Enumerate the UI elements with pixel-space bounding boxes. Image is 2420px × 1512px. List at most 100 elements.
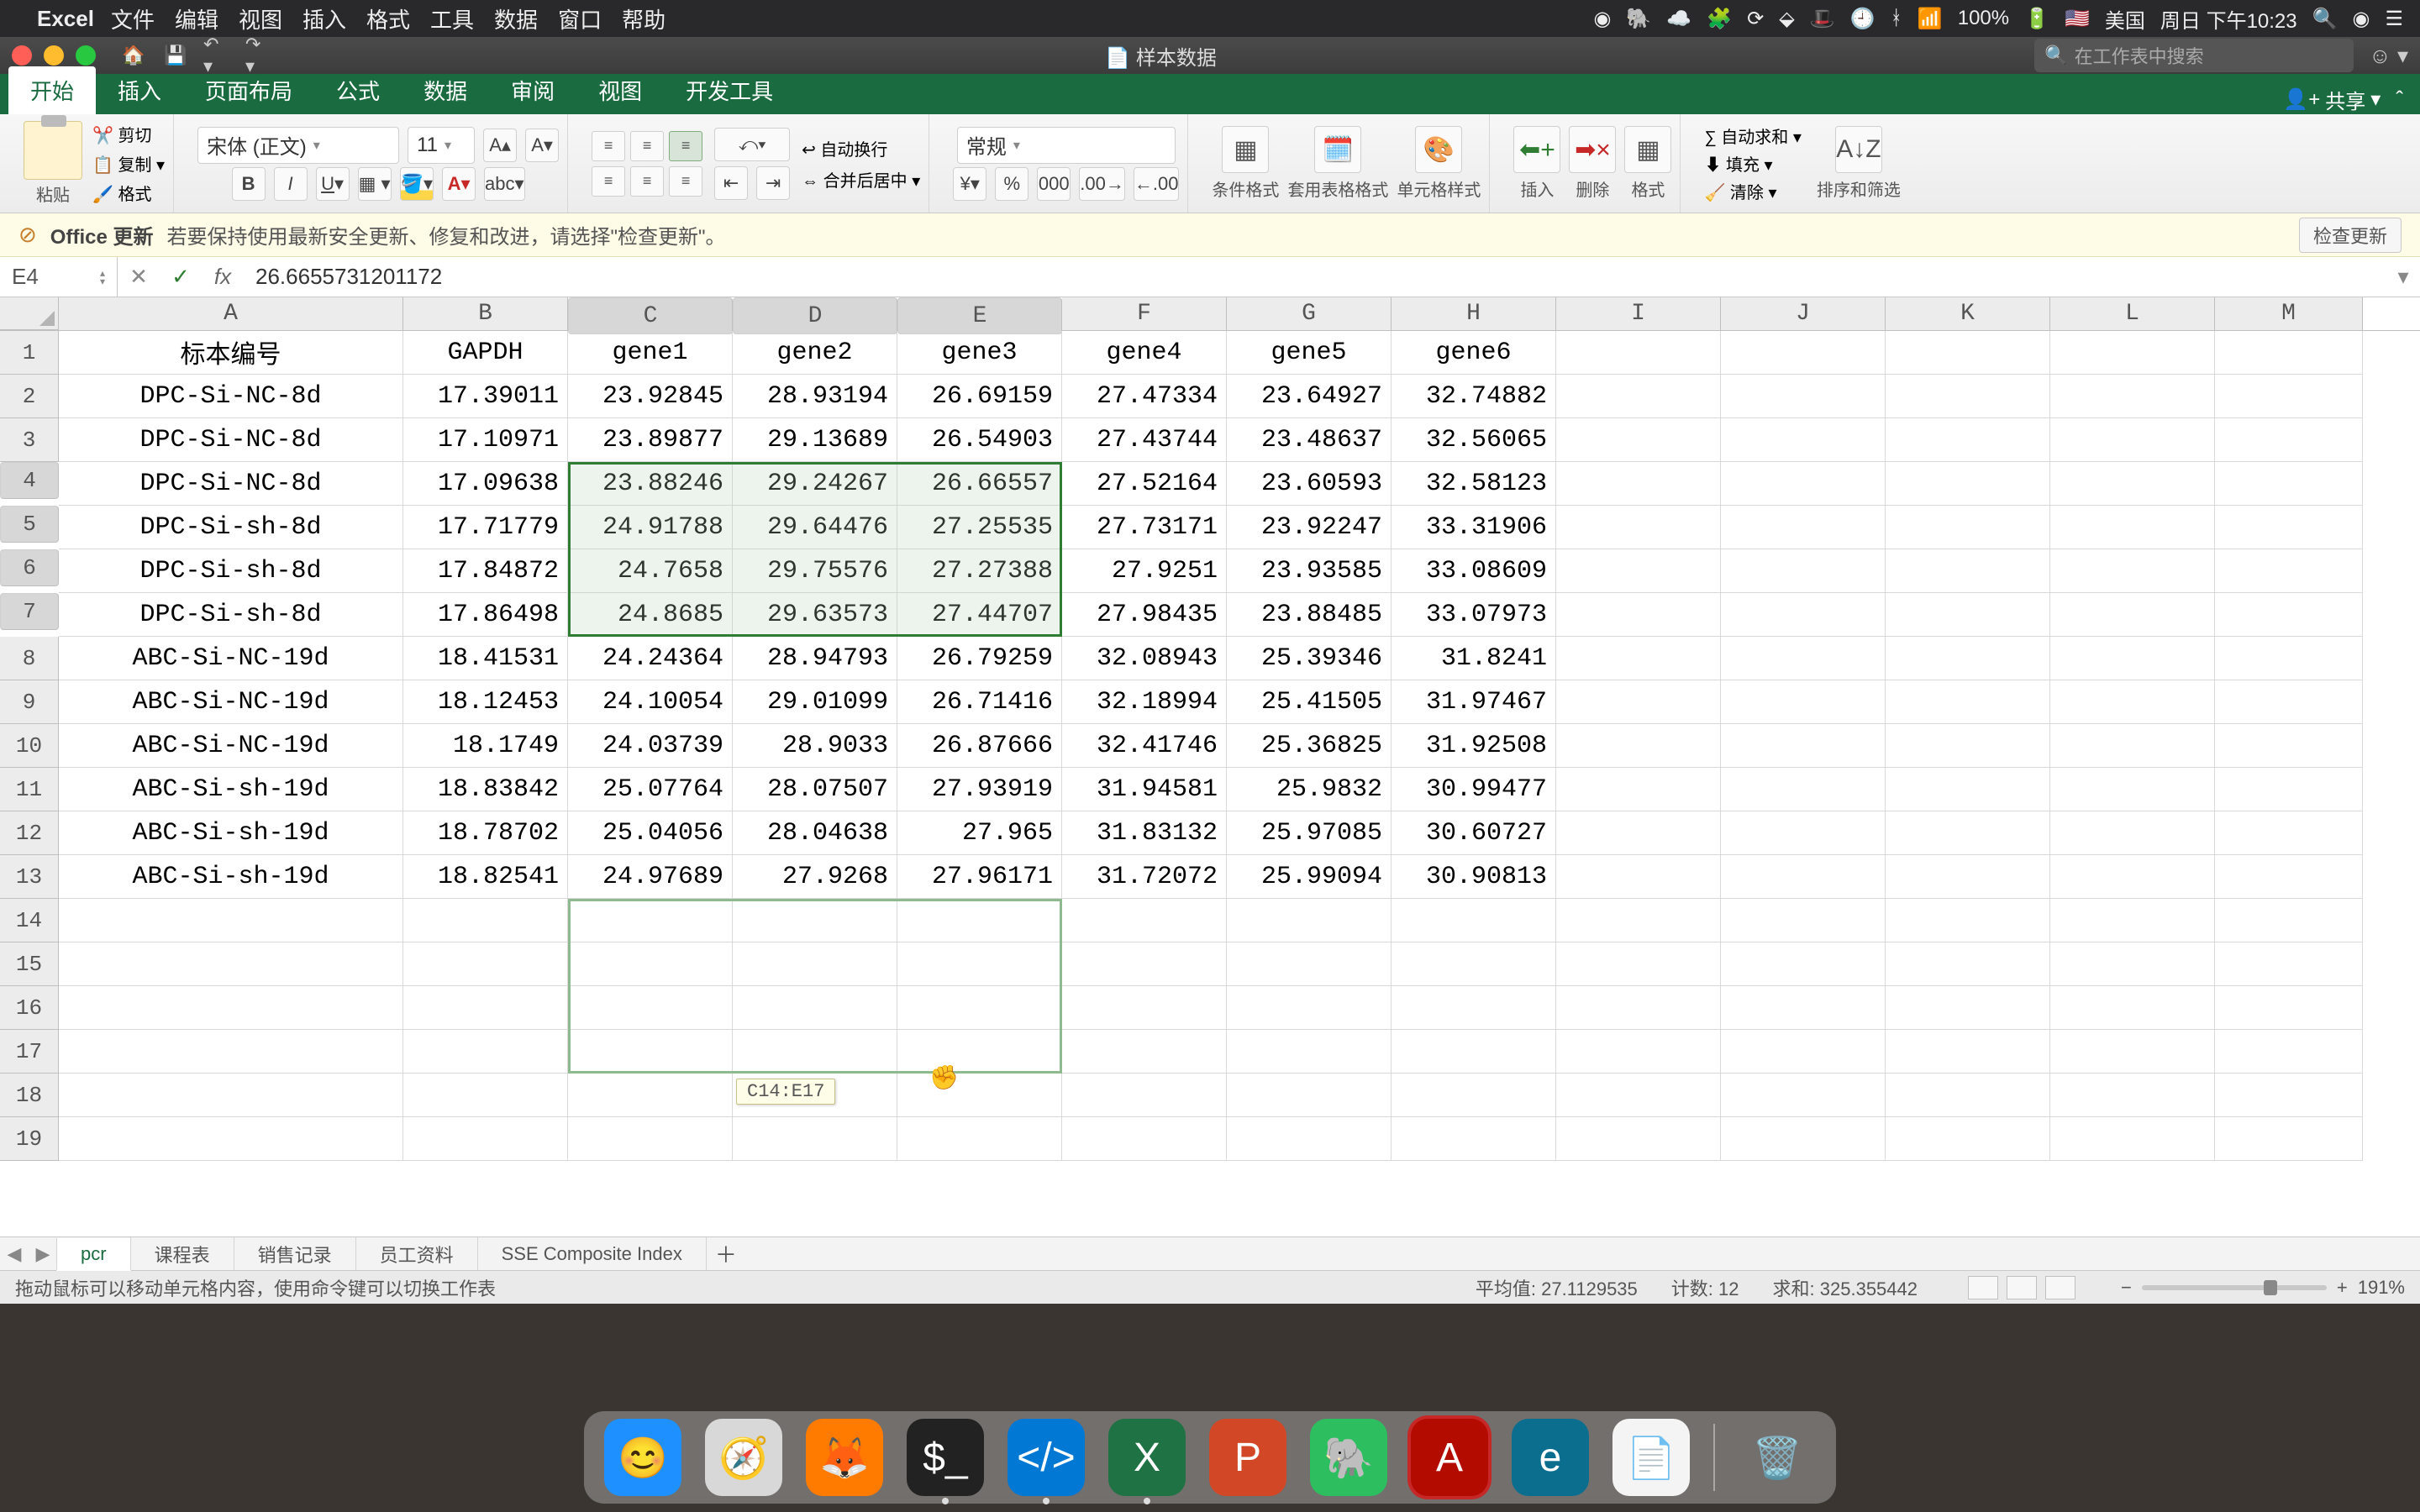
cell-K14[interactable] — [1886, 899, 2050, 942]
cell-I4[interactable] — [1556, 462, 1721, 506]
cell-I14[interactable] — [1556, 899, 1721, 942]
formula-input[interactable]: 26.6655731201172 — [244, 264, 2386, 290]
cell-G10[interactable]: 25.36825 — [1227, 724, 1392, 768]
fx-icon[interactable]: fx — [202, 264, 244, 290]
cell-G3[interactable]: 23.48637 — [1227, 418, 1392, 462]
dock-app-textedit[interactable]: 📄 — [1612, 1419, 1690, 1496]
cell-E19[interactable] — [897, 1117, 1062, 1161]
view-switcher[interactable] — [1968, 1276, 2075, 1299]
row-header-7[interactable]: 7 — [0, 593, 59, 630]
cell-G18[interactable] — [1227, 1074, 1392, 1117]
cell-K19[interactable] — [1886, 1117, 2050, 1161]
cell-B19[interactable] — [403, 1117, 568, 1161]
workbook-search-input[interactable]: 🔍 在工作表中搜索 — [2034, 39, 2354, 72]
cell-H1[interactable]: gene6 — [1392, 331, 1556, 375]
spotlight-icon[interactable]: 🔍 — [2312, 7, 2338, 31]
cell-A1[interactable]: 标本编号 — [59, 331, 403, 375]
cell-J16[interactable] — [1721, 986, 1886, 1030]
cell-A5[interactable]: DPC-Si-sh-8d — [59, 506, 403, 549]
sheet-tab-4[interactable]: SSE Composite Index — [477, 1237, 707, 1270]
notification-center-icon[interactable]: ☰ — [2385, 7, 2403, 31]
quick-access-save-icon[interactable]: 💾 — [161, 44, 190, 67]
cell-C4[interactable]: 23.88246 — [568, 462, 733, 506]
sort-filter-button[interactable]: A↓Z排序和筛选 — [1817, 126, 1901, 201]
row-header-9[interactable]: 9 — [0, 680, 59, 724]
bluetooth-icon[interactable]: ᚼ — [1890, 7, 1902, 30]
cell-L8[interactable] — [2050, 637, 2215, 680]
cell-I18[interactable] — [1556, 1074, 1721, 1117]
currency-button[interactable]: ¥▾ — [953, 167, 986, 201]
cell-M15[interactable] — [2215, 942, 2363, 986]
cell-D3[interactable]: 29.13689 — [733, 418, 897, 462]
cell-I2[interactable] — [1556, 375, 1721, 418]
row-header-13[interactable]: 13 — [0, 855, 59, 899]
delete-cells-button[interactable]: ➡×删除 — [1569, 126, 1616, 201]
cell-F7[interactable]: 27.98435 — [1062, 593, 1227, 637]
cell-L15[interactable] — [2050, 942, 2215, 986]
sheet-nav-prev[interactable]: ◀ — [0, 1243, 29, 1265]
increase-decimal-button[interactable]: .00→ — [1079, 167, 1125, 201]
cell-J17[interactable] — [1721, 1030, 1886, 1074]
cell-J11[interactable] — [1721, 768, 1886, 811]
cell-K1[interactable] — [1886, 331, 2050, 375]
accept-formula-icon[interactable]: ✓ — [160, 264, 202, 290]
cell-F15[interactable] — [1062, 942, 1227, 986]
ime-label[interactable]: 美国 — [2105, 4, 2145, 34]
cell-B16[interactable] — [403, 986, 568, 1030]
cell-H13[interactable]: 30.90813 — [1392, 855, 1556, 899]
cell-A19[interactable] — [59, 1117, 403, 1161]
tab-review[interactable]: 审阅 — [489, 66, 576, 114]
cell-J7[interactable] — [1721, 593, 1886, 637]
battery-icon[interactable]: 🔋 — [2024, 7, 2049, 31]
feedback-icon[interactable]: ☺ ▾ — [2369, 43, 2408, 69]
cell-F13[interactable]: 31.72072 — [1062, 855, 1227, 899]
dock-app-finder[interactable]: 😊 — [604, 1419, 681, 1496]
cell-E11[interactable]: 27.93919 — [897, 768, 1062, 811]
cell-A2[interactable]: DPC-Si-NC-8d — [59, 375, 403, 418]
tab-developer[interactable]: 开发工具 — [664, 66, 795, 114]
name-box-dropdown-icon[interactable]: ▴▾ — [100, 269, 105, 286]
cell-H5[interactable]: 33.31906 — [1392, 506, 1556, 549]
cell-A17[interactable] — [59, 1030, 403, 1074]
cell-F4[interactable]: 27.52164 — [1062, 462, 1227, 506]
row-header-2[interactable]: 2 — [0, 375, 59, 418]
wechat-tray-icon[interactable]: 🧩 — [1707, 7, 1732, 31]
cell-J2[interactable] — [1721, 375, 1886, 418]
sheet-tab-0[interactable]: pcr — [56, 1238, 131, 1271]
cell-D5[interactable]: 29.64476 — [733, 506, 897, 549]
cell-J3[interactable] — [1721, 418, 1886, 462]
cell-I19[interactable] — [1556, 1117, 1721, 1161]
cell-K17[interactable] — [1886, 1030, 2050, 1074]
align-top-left[interactable]: ≡ — [592, 131, 625, 161]
cell-K10[interactable] — [1886, 724, 2050, 768]
cell-B3[interactable]: 17.10971 — [403, 418, 568, 462]
phonetic-button[interactable]: abc▾ — [484, 167, 525, 201]
battery-percent[interactable]: 100% — [1958, 7, 2009, 30]
column-header-M[interactable]: M — [2215, 297, 2363, 330]
dock-app-safari[interactable]: 🧭 — [705, 1419, 782, 1496]
cut-button[interactable]: ✂️ 剪切 — [92, 122, 165, 146]
cell-E16[interactable] — [897, 986, 1062, 1030]
cell-A11[interactable]: ABC-Si-sh-19d — [59, 768, 403, 811]
row-header-1[interactable]: 1 — [0, 331, 59, 375]
cell-B14[interactable] — [403, 899, 568, 942]
column-header-H[interactable]: H — [1392, 297, 1556, 330]
dropbox-tray-icon[interactable]: ⬙ — [1779, 7, 1794, 31]
evernote-tray-icon[interactable]: 🐘 — [1626, 7, 1651, 31]
font-name-select[interactable]: 宋体 (正文)▾ — [197, 127, 399, 164]
cell-K8[interactable] — [1886, 637, 2050, 680]
cell-D12[interactable]: 28.04638 — [733, 811, 897, 855]
cell-D9[interactable]: 29.01099 — [733, 680, 897, 724]
cell-C16[interactable] — [568, 986, 733, 1030]
comma-button[interactable]: 000 — [1037, 167, 1071, 201]
cell-F5[interactable]: 27.73171 — [1062, 506, 1227, 549]
clear-button[interactable]: 🧹 清除 ▾ — [1704, 179, 1801, 203]
cell-B11[interactable]: 18.83842 — [403, 768, 568, 811]
format-cells-button[interactable]: ▦格式 — [1624, 126, 1671, 201]
share-button[interactable]: 👤+ 共享 ▾ — [2283, 85, 2381, 114]
cell-M4[interactable] — [2215, 462, 2363, 506]
row-header-10[interactable]: 10 — [0, 724, 59, 768]
cell-L1[interactable] — [2050, 331, 2215, 375]
menu-edit[interactable]: 编辑 — [175, 3, 218, 34]
column-header-F[interactable]: F — [1062, 297, 1227, 330]
